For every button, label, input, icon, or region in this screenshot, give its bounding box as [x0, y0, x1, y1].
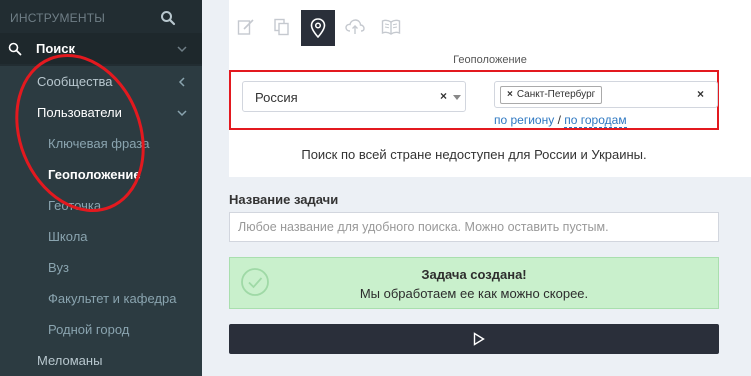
geo-mode-links: по региону / по городам — [494, 113, 627, 128]
tab-upload[interactable] — [337, 10, 371, 46]
tab-copy[interactable] — [265, 10, 299, 46]
country-value: Россия — [255, 90, 298, 105]
sidebar-subitem-hometown[interactable]: Родной город — [0, 314, 202, 345]
sidebar-subitem-geopoint[interactable]: Геоточка — [0, 190, 202, 221]
city-select[interactable]: × Санкт-Петербург × — [494, 81, 718, 108]
chevron-left-icon — [178, 77, 185, 87]
sidebar-item-communities[interactable]: Сообщества — [0, 66, 202, 97]
search-icon[interactable] — [160, 10, 176, 26]
sidebar-item-music-lovers[interactable]: Меломаны — [0, 345, 202, 376]
clear-icon[interactable]: × — [440, 89, 447, 103]
search-icon — [8, 42, 22, 56]
geo-section-label: Геоположение — [453, 54, 527, 66]
city-tag: × Санкт-Петербург — [500, 86, 603, 104]
city-tag-label: Санкт-Петербург — [516, 89, 596, 100]
tab-edit[interactable] — [229, 10, 263, 46]
alert-message: Мы обработаем ее как можно скорее. — [359, 286, 589, 301]
tab-geo[interactable] — [301, 10, 335, 46]
by-region-link[interactable]: по региону — [494, 113, 554, 127]
alert-title: Задача создана! — [421, 267, 527, 282]
play-icon — [473, 332, 485, 346]
sidebar-item-users[interactable]: Пользователи — [0, 97, 202, 128]
remove-tag-icon[interactable]: × — [507, 89, 513, 100]
sidebar-subitem-label: Вуз — [48, 260, 69, 275]
geo-notice: Поиск по всей стране недоступен для Росс… — [301, 147, 647, 162]
map-pin-icon — [310, 18, 326, 38]
sidebar-subitem-school[interactable]: Школа — [0, 221, 202, 252]
sidebar-item-label: Сообщества — [37, 74, 113, 89]
sidebar-subitem-faculty[interactable]: Факультет и кафедра — [0, 283, 202, 314]
sidebar-subitem-geoposition[interactable]: Геоположение — [0, 159, 202, 190]
link-separator: / — [557, 113, 561, 127]
sidebar-subitem-university[interactable]: Вуз — [0, 252, 202, 283]
task-name-label: Название задачи — [229, 192, 339, 207]
sidebar-subitem-label: Факультет и кафедра — [48, 291, 177, 306]
sidebar-item-label: Поиск — [36, 41, 76, 56]
sidebar-item-search[interactable]: Поиск — [0, 33, 202, 64]
sidebar-item-label: Пользователи — [37, 105, 122, 120]
sidebar-subitem-label: Геоточка — [48, 198, 102, 213]
sidebar-header: ИНСТРУМЕНТЫ — [0, 0, 202, 36]
country-select[interactable]: Россия × — [242, 81, 466, 112]
sidebar-subitem-label: Родной город — [48, 322, 130, 337]
run-task-button[interactable] — [229, 324, 719, 354]
by-cities-link[interactable]: по городам — [564, 113, 627, 128]
sidebar-subitem-label: Ключевая фраза — [48, 136, 150, 151]
sidebar-subitem-label: Геоположение — [48, 167, 141, 182]
tab-book[interactable] — [373, 10, 407, 46]
copy-icon — [274, 18, 289, 36]
sidebar-subitem-keyphrase[interactable]: Ключевая фраза — [0, 128, 202, 159]
sidebar-item-label: Меломаны — [37, 353, 103, 368]
book-icon — [381, 19, 401, 35]
cloud-upload-icon — [345, 19, 365, 34]
edit-icon — [237, 19, 254, 35]
sidebar-subitem-label: Школа — [48, 229, 88, 244]
dropdown-arrow-icon[interactable] — [453, 95, 461, 100]
clear-icon[interactable]: × — [697, 87, 704, 101]
sidebar-title: ИНСТРУМЕНТЫ — [10, 11, 106, 25]
task-name-input[interactable] — [229, 212, 719, 242]
chevron-down-icon — [177, 110, 187, 117]
success-alert: Задача создана! Мы обработаем ее как мож… — [229, 257, 719, 309]
sidebar: ИНСТРУМЕНТЫ Поиск Сообщества Пользовател… — [0, 0, 202, 376]
chevron-down-icon — [177, 46, 187, 53]
